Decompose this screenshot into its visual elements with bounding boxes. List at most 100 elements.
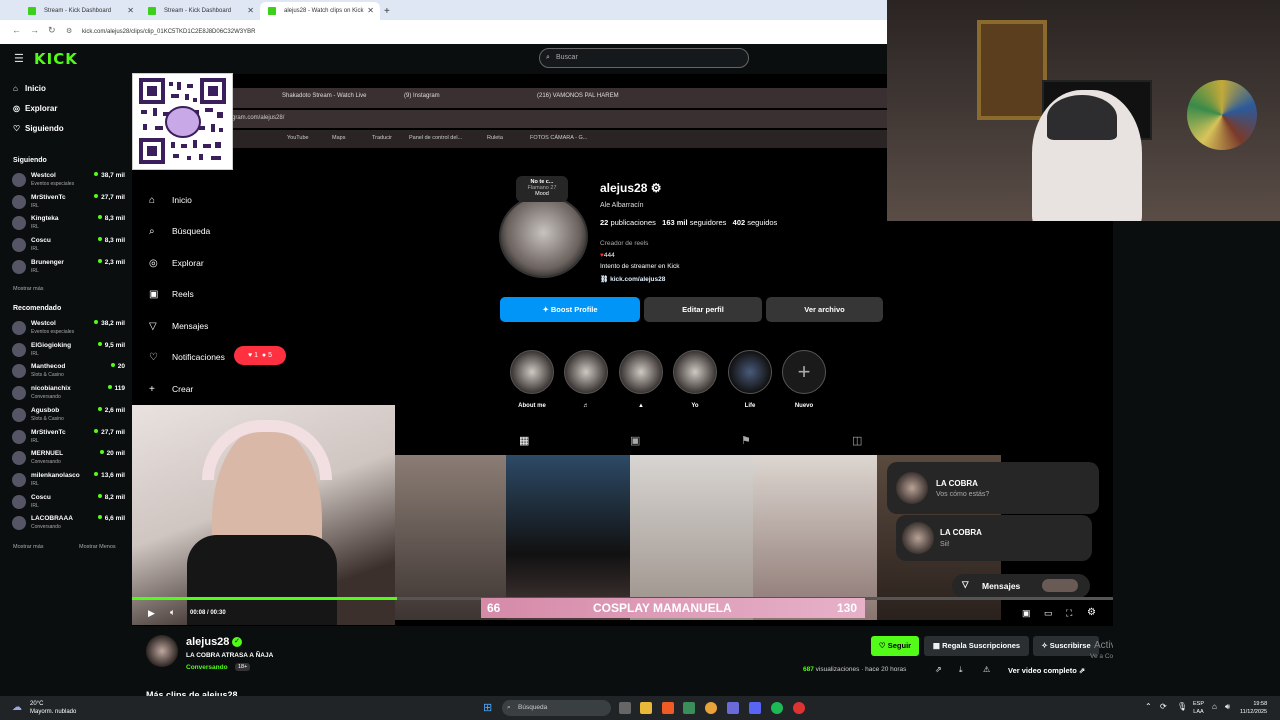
close-tab-icon[interactable]: ✕ xyxy=(367,6,374,15)
obs-icon[interactable] xyxy=(793,702,805,714)
fullscreen-icon[interactable]: ⛶ xyxy=(1066,608,1072,619)
search-icon: ⌕ xyxy=(546,54,550,61)
taskbar-search[interactable]: ⌕ Búsqueda xyxy=(502,700,611,716)
spotify-icon[interactable] xyxy=(771,702,783,714)
url-field[interactable]: kick.com/alejus28/clips/clip_01KC5TKD1C2… xyxy=(74,24,874,40)
avatar xyxy=(12,472,26,487)
gift-subs-button[interactable]: ▦ Regala Suscripciones xyxy=(924,636,1029,656)
channel-row[interactable]: MrStivenTc IRL 27,7 mil xyxy=(12,193,125,213)
show-more-following[interactable]: Mostrar más xyxy=(13,286,44,292)
messages-pill: ▽ Mensajes xyxy=(952,574,1090,598)
viewer-count: 20 xyxy=(111,363,125,370)
browser-tab[interactable]: Stream - Kick Dashboard ✕ xyxy=(140,2,260,20)
channel-name[interactable]: alejus28 xyxy=(186,636,229,648)
app-icon[interactable] xyxy=(683,702,695,714)
play-icon[interactable]: ▶ xyxy=(148,608,155,619)
channel-row[interactable]: Coscu IRL 8,2 mil xyxy=(12,493,125,513)
new-tab-button[interactable]: + xyxy=(380,2,400,20)
channel-avatar[interactable] xyxy=(146,635,178,667)
channel-category[interactable]: Conversando xyxy=(186,664,228,671)
language-indicator[interactable]: ESP LAA xyxy=(1193,700,1204,716)
channel-category: IRL xyxy=(31,246,39,253)
kick-logo[interactable]: KICK xyxy=(34,50,78,68)
reload-icon[interactable]: ↻ xyxy=(48,25,56,36)
button-label: Seguir xyxy=(887,641,912,650)
channel-row[interactable]: Manthecod Slots & Casino 20 xyxy=(12,362,125,382)
settings-icon[interactable]: ⚙ xyxy=(1087,607,1096,618)
button-label: Boost Profile xyxy=(550,305,598,314)
avatar xyxy=(12,407,26,422)
tab-label: Stream - Kick Dashboard xyxy=(164,8,232,14)
theater-icon[interactable]: ▭ xyxy=(1044,608,1053,619)
close-tab-icon[interactable]: ✕ xyxy=(247,6,254,15)
ig-nav-label: Inicio xyxy=(172,195,192,205)
channel-row[interactable]: Kingteka IRL 8,3 mil xyxy=(12,214,125,234)
teams-icon[interactable] xyxy=(727,702,739,714)
qr-code xyxy=(132,73,233,170)
windows-start-icon[interactable]: ⊞ xyxy=(483,701,492,714)
pip-icon[interactable]: ▣ xyxy=(1022,608,1031,619)
speaker-icon[interactable]: 🔊︎ xyxy=(1225,702,1230,712)
network-icon[interactable]: ⌂ xyxy=(1212,702,1217,711)
clock-date: 11/12/2025 xyxy=(1240,709,1268,715)
channel-row[interactable]: milenkanolasco IRL 13,6 mil xyxy=(12,471,125,491)
download-icon[interactable]: ⤓ xyxy=(959,665,963,675)
channel-row[interactable]: MERNUEL Conversando 20 mil xyxy=(12,449,125,469)
show-more-recommended[interactable]: Mostrar más xyxy=(13,544,44,550)
avatar xyxy=(12,516,26,531)
bookmark: Ruleta xyxy=(487,135,503,141)
task-view-icon[interactable] xyxy=(619,702,631,714)
viewer-count: 27,7 mil xyxy=(94,429,125,436)
weather-icon[interactable]: ☁ xyxy=(12,702,22,713)
streamer-webcam xyxy=(887,0,1280,221)
channel-row[interactable]: ElGiogioking IRL 9,5 mil xyxy=(12,341,125,361)
browser-tab-active[interactable]: alejus28 - Watch clips on Kick ✕ xyxy=(260,2,380,20)
chat-message: Vos cómo estás? xyxy=(936,491,990,498)
progress-fill[interactable] xyxy=(132,597,397,600)
brave-icon[interactable] xyxy=(662,702,674,714)
report-icon[interactable]: ⚠ xyxy=(983,665,990,674)
full-video-link[interactable]: Ver video completo ⇗ xyxy=(1008,666,1085,675)
webcam-cap xyxy=(1047,95,1117,140)
viewer-count: 8,3 mil xyxy=(98,237,125,244)
search-icon: ⌕ xyxy=(507,704,511,711)
taskbar-clock[interactable]: 19:58 11/12/2025 xyxy=(1240,700,1267,716)
close-tab-icon[interactable]: ✕ xyxy=(127,6,134,15)
discord-icon[interactable] xyxy=(749,702,761,714)
channel-row[interactable]: LACOBRAAA Conversando 6,6 mil xyxy=(12,514,125,534)
share-icon[interactable]: ⇗ xyxy=(935,665,942,674)
channel-row[interactable]: Agusbob Slots & Casino 2,6 mil xyxy=(12,406,125,426)
bookmark: Maps xyxy=(332,135,346,141)
follow-button[interactable]: ♡ Seguir xyxy=(871,636,919,656)
volume-icon[interactable]: 🔈︎ xyxy=(170,607,175,618)
back-icon[interactable]: ← xyxy=(12,25,21,35)
browser-tab[interactable]: Stream - Kick Dashboard ✕ xyxy=(20,2,140,20)
channel-row[interactable]: Westcol Eventos especiales 38,7 mil xyxy=(12,171,125,191)
file-explorer-icon[interactable] xyxy=(640,702,652,714)
site-info-icon[interactable]: ⚙ xyxy=(66,27,72,35)
avatar xyxy=(12,342,26,357)
channel-row[interactable]: Coscu IRL 8,3 mil xyxy=(12,236,125,256)
sparkle-icon: ✦ xyxy=(542,305,549,314)
channel-row[interactable]: Brunenger IRL 2,3 mil xyxy=(12,258,125,278)
forward-icon[interactable]: → xyxy=(30,25,39,35)
boost-profile-button: ✦ Boost Profile xyxy=(500,297,640,322)
microphone-icon[interactable]: 🎙︎ xyxy=(1177,702,1187,711)
show-less-button[interactable]: Mostrar Menos xyxy=(79,544,116,550)
nav-home[interactable]: ⌂ Inicio xyxy=(13,84,46,93)
ig-nav-create: + Crear xyxy=(149,384,193,395)
search-input[interactable]: ⌕ Buscar xyxy=(539,48,749,68)
menu-icon[interactable]: ☰ xyxy=(14,52,24,65)
tray-chevron-icon[interactable]: ⌃ xyxy=(1145,702,1152,711)
avatar xyxy=(12,259,26,274)
channel-row[interactable]: nicobianchix Conversando 119 xyxy=(12,384,125,404)
channel-row[interactable]: Westcol Eventos especiales 38,2 mil xyxy=(12,319,125,339)
channel-row[interactable]: MrStivenTc IRL 27,7 mil xyxy=(12,428,125,448)
nav-following[interactable]: ♡ Siguiendo xyxy=(13,124,64,133)
nav-explore[interactable]: ◎ Explorar xyxy=(13,104,57,113)
following-label: seguidos xyxy=(747,218,778,227)
tray-sync-icon[interactable]: ⟳ xyxy=(1160,702,1167,711)
weather-widget[interactable]: 20°C Mayorm. nublado xyxy=(30,700,76,716)
ig-nav-label: Explorar xyxy=(172,258,204,268)
chrome-icon[interactable] xyxy=(705,702,717,714)
